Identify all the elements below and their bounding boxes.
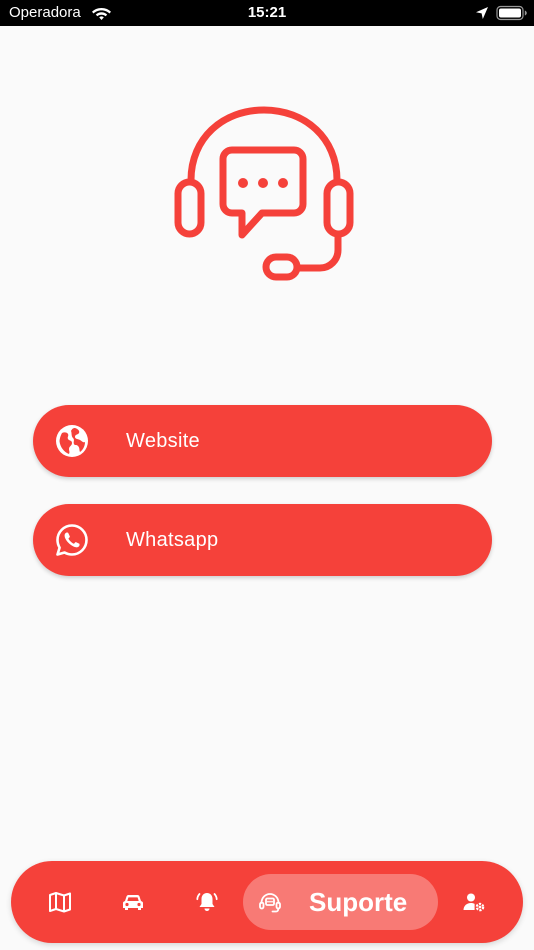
nav-item-car[interactable] — [114, 861, 152, 943]
website-button-label: Website — [126, 430, 200, 452]
nav-item-map[interactable] — [41, 861, 79, 943]
status-bar: Operadora 15:21 — [0, 0, 534, 26]
support-headset-chat-icon — [174, 106, 354, 281]
bottom-navigation-bar: Suporte — [11, 861, 523, 943]
whatsapp-button[interactable]: Whatsapp — [33, 504, 492, 576]
globe-icon — [56, 425, 88, 457]
car-icon — [123, 895, 143, 910]
nav-item-user-settings[interactable] — [455, 861, 493, 943]
alarm-bell-icon — [196, 893, 218, 911]
battery-icon — [496, 5, 527, 21]
nav-item-support[interactable]: Suporte — [243, 874, 438, 930]
support-headset-icon — [259, 893, 281, 913]
nav-item-support-label: Suporte — [309, 887, 408, 917]
status-time: 15:21 — [247, 4, 287, 21]
nav-item-alarm[interactable] — [188, 861, 226, 943]
whatsapp-button-label: Whatsapp — [126, 529, 219, 551]
map-icon — [49, 892, 71, 913]
user-settings-icon — [463, 893, 485, 912]
website-button[interactable]: Website — [33, 405, 492, 477]
location-arrow-icon — [476, 7, 488, 19]
whatsapp-icon — [56, 524, 88, 556]
